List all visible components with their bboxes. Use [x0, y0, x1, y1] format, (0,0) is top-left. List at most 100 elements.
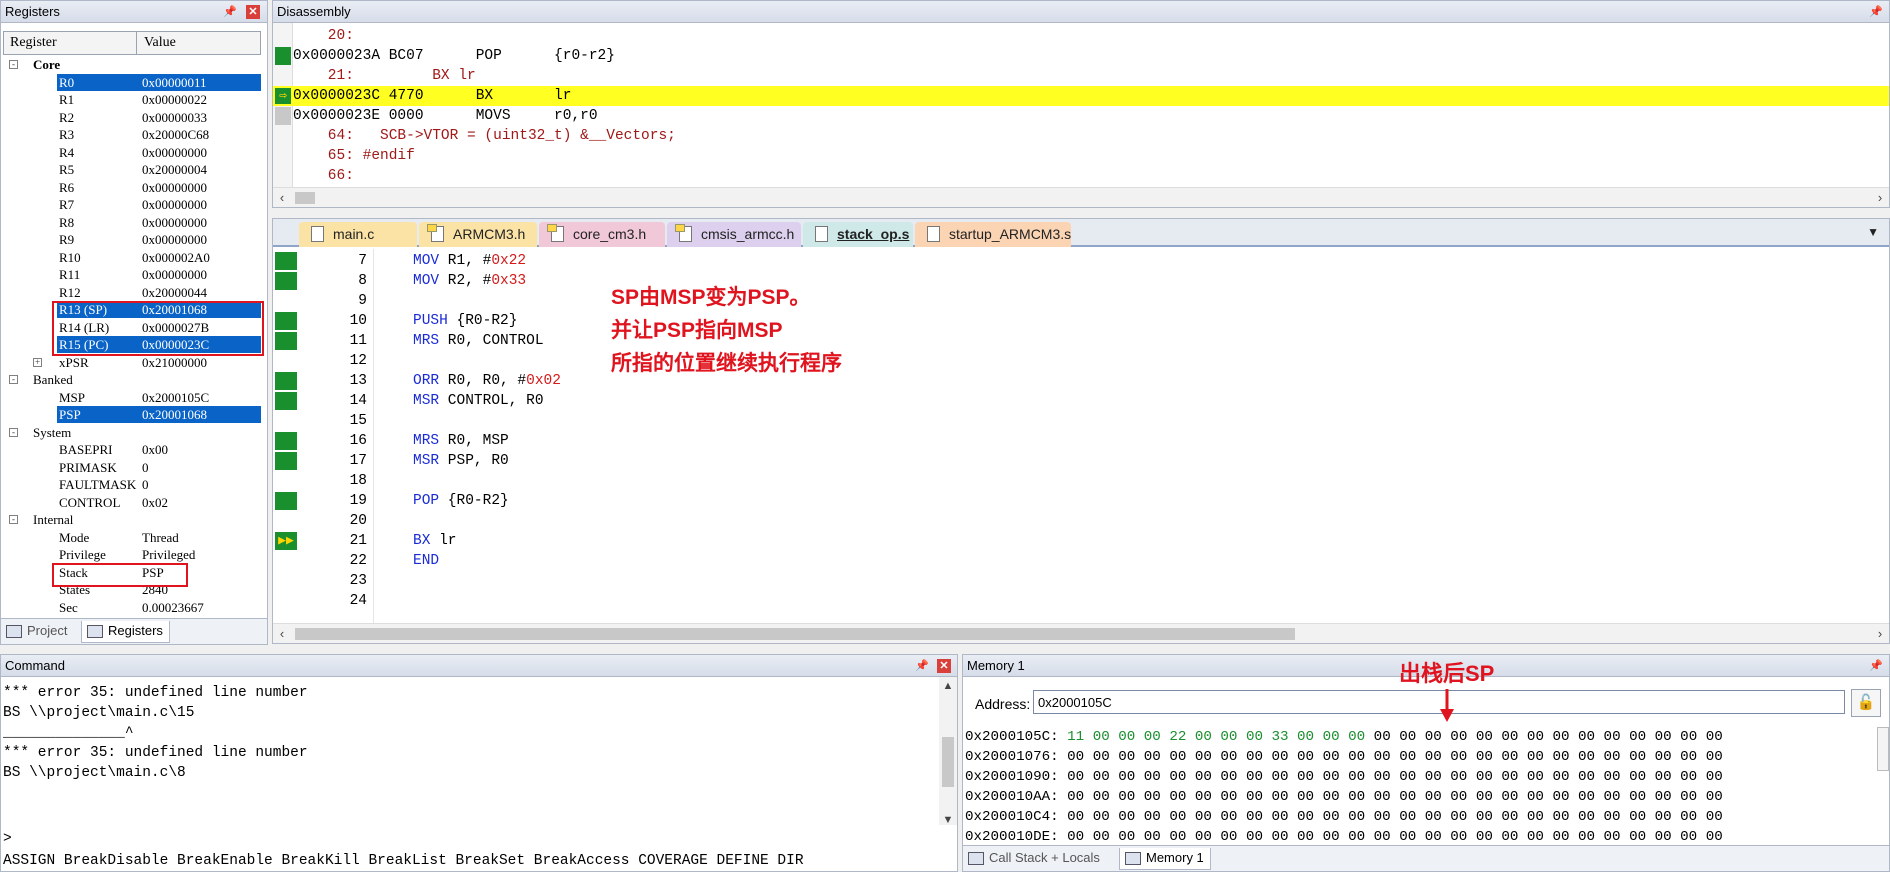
tab-list-dropdown-icon[interactable]: ▼ — [1867, 225, 1879, 239]
scroll-right-icon[interactable]: › — [1871, 188, 1889, 207]
editor-tab[interactable]: cmsis_armcc.h — [667, 222, 801, 247]
register-row[interactable]: Mode Thread — [1, 529, 263, 547]
tab-project[interactable]: Project — [1, 621, 73, 643]
scroll-left-icon[interactable]: ‹ — [273, 624, 291, 643]
scroll-left-icon[interactable]: ‹ — [273, 188, 291, 207]
collapse-icon[interactable]: - — [9, 60, 18, 69]
editor-tab[interactable]: stack_op.s — [803, 222, 913, 247]
tab-registers[interactable]: Registers — [81, 621, 170, 643]
code-line[interactable]: MSR PSP, R0 — [413, 451, 509, 471]
register-value[interactable]: 0x00000000 — [142, 144, 207, 161]
register-row[interactable]: PSP 0x20001068 — [1, 406, 263, 424]
code-line[interactable]: PUSH {R0-R2} — [413, 311, 517, 331]
memory-row[interactable]: 0x2000105C: 11 00 00 00 22 00 00 00 33 0… — [965, 727, 1723, 747]
command-vscrollbar[interactable]: ▲ ▼ — [939, 677, 957, 829]
scroll-up-icon[interactable]: ▲ — [939, 677, 957, 695]
register-value[interactable]: 0x21000000 — [142, 354, 207, 371]
collapse-icon[interactable]: - — [9, 427, 18, 437]
register-group[interactable]: - System — [1, 424, 263, 442]
code-line[interactable]: MRS R0, MSP — [413, 431, 509, 451]
collapse-icon[interactable]: - — [9, 375, 18, 384]
pin-icon[interactable]: 📌 — [915, 659, 929, 673]
register-row[interactable]: R10 0x000002A0 — [1, 249, 263, 267]
register-value[interactable]: 0 — [142, 459, 149, 476]
close-icon[interactable]: ✕ — [937, 659, 951, 673]
register-row[interactable]: FAULTMASK 0 — [1, 476, 263, 494]
pin-icon[interactable]: 📌 — [1869, 659, 1883, 673]
code-line[interactable]: MOV R1, #0x22 — [413, 251, 526, 271]
register-value[interactable]: 0x00000033 — [142, 109, 207, 126]
register-value[interactable]: 0x00000000 — [142, 196, 207, 213]
register-value[interactable]: 0x000002A0 — [142, 249, 210, 266]
memory-row[interactable]: 0x20001090: 00 00 00 00 00 00 00 00 00 0… — [965, 767, 1723, 787]
editor-tab[interactable]: ARMCM3.h — [419, 222, 537, 247]
register-value[interactable]: 0 — [142, 476, 149, 493]
source-line[interactable]: 64: SCB->VTOR = (uint32_t) &__Vectors; — [293, 126, 676, 146]
code-line[interactable]: MRS R0, CONTROL — [413, 331, 544, 351]
editor-hscrollbar[interactable]: ‹ › — [273, 623, 1889, 643]
scroll-right-icon[interactable]: › — [1871, 624, 1889, 643]
scroll-thumb[interactable] — [942, 737, 954, 787]
register-row[interactable]: Sec 0.00023667 — [1, 599, 263, 617]
register-value[interactable]: 0.00023667 — [142, 599, 204, 616]
asm-line[interactable]: 0x0000023E 0000 MOVS r0,r0 — [293, 106, 598, 126]
memory-row[interactable]: 0x20001076: 00 00 00 00 00 00 00 00 00 0… — [965, 747, 1723, 767]
register-row[interactable]: MSP 0x2000105C — [1, 389, 263, 407]
register-value[interactable]: Thread — [142, 529, 179, 546]
register-value[interactable]: 0x00000000 — [142, 214, 207, 231]
tab-call-stack-locals[interactable]: Call Stack + Locals — [963, 848, 1106, 870]
memory-row[interactable]: 0x200010DE: 00 00 00 00 00 00 00 00 00 0… — [965, 827, 1723, 847]
register-row[interactable]: R6 0x00000000 — [1, 179, 263, 197]
register-row[interactable]: BASEPRI 0x00 — [1, 441, 263, 459]
column-register[interactable]: Register — [10, 35, 57, 51]
register-row[interactable]: R5 0x20000004 — [1, 161, 263, 179]
register-value[interactable]: 0x20000044 — [142, 284, 207, 301]
source-line[interactable]: 66: — [293, 166, 354, 186]
register-row[interactable]: R9 0x00000000 — [1, 231, 263, 249]
scroll-thumb[interactable] — [295, 192, 315, 204]
command-prompt[interactable]: > — [3, 829, 12, 849]
asm-line[interactable]: 0x0000023A BC07 POP {r0-r2} — [293, 46, 615, 66]
register-row[interactable]: R1 0x00000022 — [1, 91, 263, 109]
register-group[interactable]: - Internal — [1, 511, 263, 529]
lock-icon[interactable]: 🔓 — [1851, 689, 1881, 717]
code-line[interactable]: MOV R2, #0x33 — [413, 271, 526, 291]
code-line[interactable]: BX lr — [413, 531, 457, 551]
code-line[interactable]: MSR CONTROL, R0 — [413, 391, 544, 411]
register-row[interactable]: CONTROL 0x02 — [1, 494, 263, 512]
source-line[interactable]: 20: — [293, 26, 354, 46]
register-value[interactable]: 0x02 — [142, 494, 168, 511]
disassembly-hscrollbar[interactable]: ‹ › — [273, 187, 1889, 207]
close-icon[interactable]: ✕ — [246, 5, 260, 19]
register-row[interactable]: R4 0x00000000 — [1, 144, 263, 162]
editor-tab[interactable]: startup_ARMCM3.s — [915, 222, 1071, 247]
asm-line[interactable]: 0x0000023C 4770 BX lr — [293, 86, 571, 106]
register-row[interactable]: PRIMASK 0 — [1, 459, 263, 477]
register-value[interactable]: 0x00000000 — [142, 179, 207, 196]
scroll-thumb[interactable] — [295, 628, 1295, 640]
register-value[interactable]: 0x20001068 — [142, 406, 207, 423]
source-line[interactable]: 65: #endif — [293, 146, 415, 166]
register-value[interactable]: 0x00000022 — [142, 91, 207, 108]
register-row[interactable]: R7 0x00000000 — [1, 196, 263, 214]
memory-vscrollbar[interactable] — [1877, 727, 1889, 771]
register-row[interactable]: R0 0x00000011 — [1, 73, 263, 92]
code-line[interactable]: END — [413, 551, 439, 571]
column-value[interactable]: Value — [144, 35, 176, 51]
register-value[interactable]: 0x00 — [142, 441, 168, 458]
register-row[interactable]: + xPSR 0x21000000 — [1, 354, 263, 372]
memory-row[interactable]: 0x200010C4: 00 00 00 00 00 00 00 00 00 0… — [965, 807, 1723, 827]
register-group[interactable]: - Banked — [1, 371, 263, 389]
register-value[interactable]: 0x20000004 — [142, 161, 207, 178]
register-row[interactable]: R11 0x00000000 — [1, 266, 263, 284]
register-group[interactable]: - Core — [1, 56, 263, 74]
register-value[interactable]: 0x2000105C — [142, 389, 209, 406]
editor-tab[interactable]: core_cm3.h — [539, 222, 665, 247]
register-row[interactable]: R3 0x20000C68 — [1, 126, 263, 144]
register-value[interactable]: 0x00000000 — [142, 266, 207, 283]
code-line[interactable]: POP {R0-R2} — [413, 491, 509, 511]
expand-icon[interactable]: + — [33, 357, 42, 367]
register-value[interactable]: 0x20000C68 — [142, 126, 209, 143]
source-line[interactable]: 21: BX lr — [293, 66, 476, 86]
register-value[interactable]: 0x00000000 — [142, 231, 207, 248]
